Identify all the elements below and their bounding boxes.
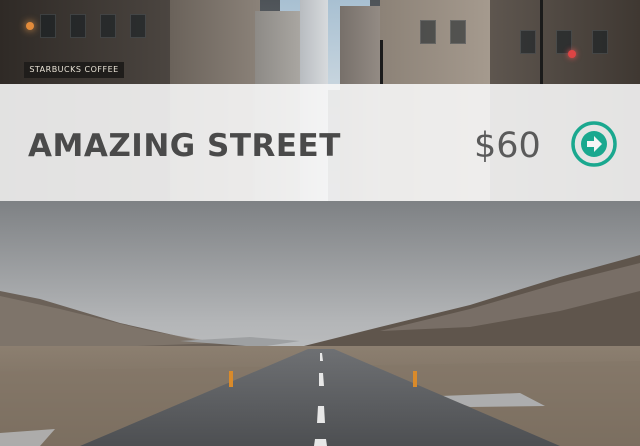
window bbox=[100, 14, 116, 38]
window bbox=[70, 14, 86, 38]
window bbox=[40, 14, 56, 38]
landscape-photo bbox=[0, 201, 640, 446]
storefront-sign: STARBUCKS COFFEE bbox=[24, 62, 124, 78]
window bbox=[450, 20, 466, 44]
traffic-pole bbox=[540, 0, 543, 84]
window bbox=[520, 30, 536, 54]
window bbox=[420, 20, 436, 44]
arrow-right-circle-icon bbox=[571, 121, 617, 167]
traffic-light bbox=[568, 50, 576, 58]
go-button[interactable] bbox=[570, 120, 618, 168]
listing-price: $60 bbox=[474, 126, 541, 166]
landscape-illustration bbox=[0, 201, 640, 446]
window bbox=[130, 14, 146, 38]
street-lamp bbox=[26, 22, 34, 30]
listing-title: AMAZING STREET bbox=[28, 128, 341, 164]
window bbox=[592, 30, 608, 54]
flag-pole bbox=[380, 40, 383, 84]
screen: STARBUCKS COFFEE AMAZING STREET $60 bbox=[0, 0, 640, 446]
